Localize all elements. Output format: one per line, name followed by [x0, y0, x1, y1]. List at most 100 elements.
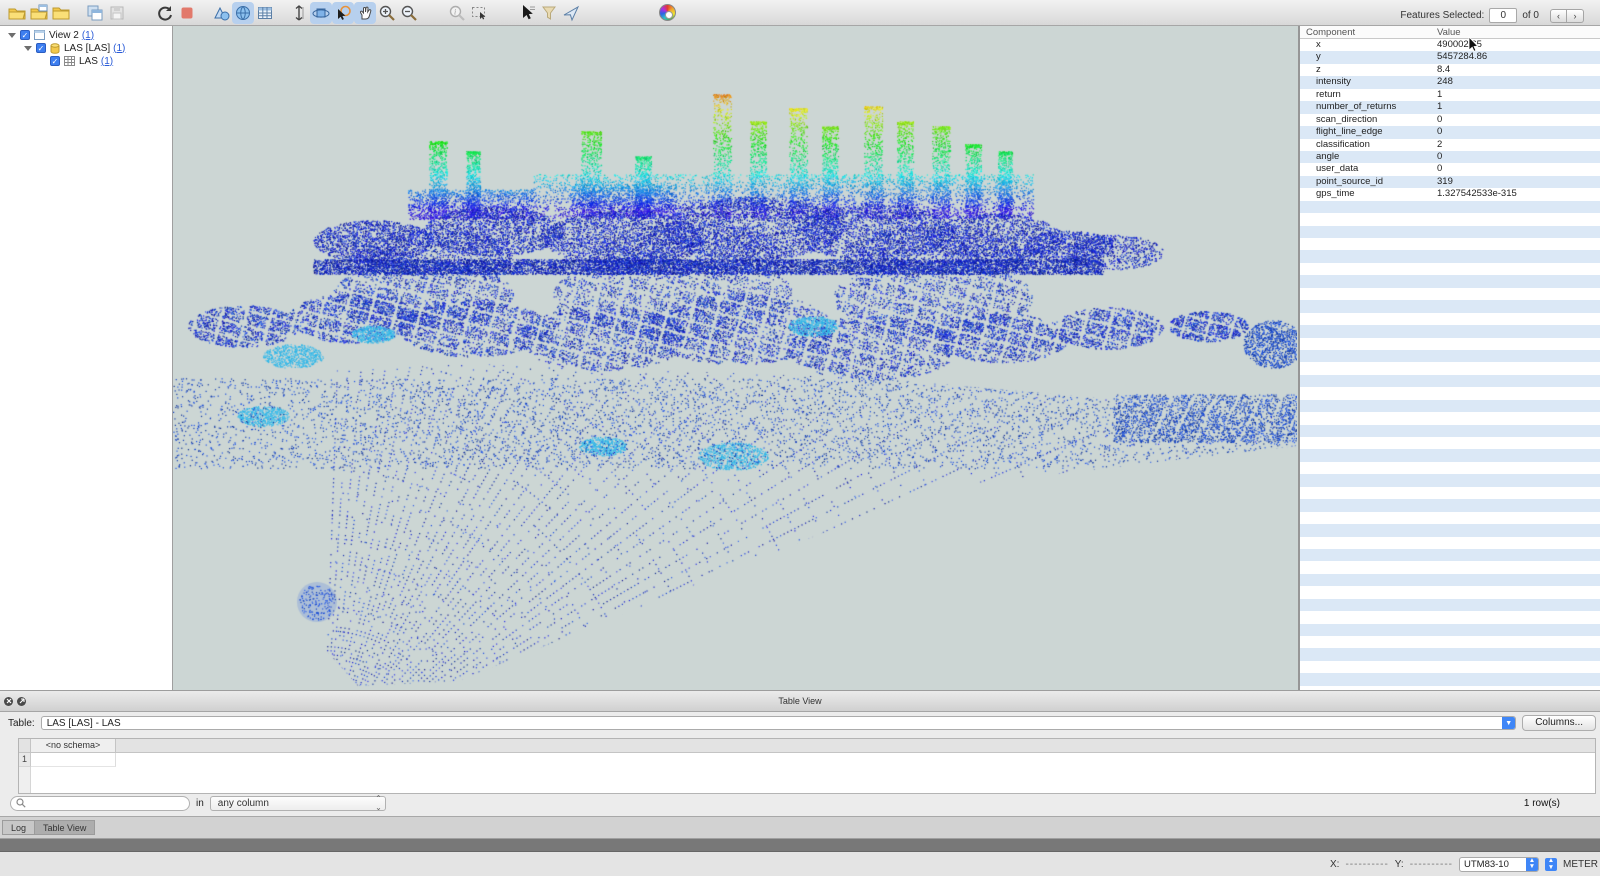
component-row-empty: [1300, 512, 1600, 524]
component-row[interactable]: x 490002.65: [1300, 39, 1600, 51]
search-input[interactable]: [29, 797, 189, 809]
y-coordinate-value: ----------: [1409, 858, 1453, 870]
pan-tool-icon[interactable]: [354, 1, 376, 24]
component-value: 8.4: [1437, 63, 1451, 75]
search-field[interactable]: [10, 795, 190, 811]
component-row-empty: [1300, 374, 1600, 388]
component-row[interactable]: classification 2: [1300, 139, 1600, 151]
component-row-empty: [1300, 275, 1600, 288]
tab-table-view[interactable]: Table View: [35, 820, 96, 835]
stop-icon[interactable]: [176, 2, 198, 24]
component-value: 0: [1437, 113, 1443, 125]
tree-item-las-dataset[interactable]: ✓ LAS [LAS] (1): [0, 42, 172, 54]
point-cloud-canvas[interactable]: [173, 26, 1297, 690]
component-name: y: [1316, 51, 1321, 63]
next-feature-button[interactable]: ›: [1567, 8, 1584, 23]
zoom-out-icon[interactable]: [398, 2, 420, 24]
row-number[interactable]: 1: [19, 753, 31, 767]
table-selector-combo[interactable]: LAS [LAS] - LAS ▼: [40, 716, 1517, 730]
tree-item-label[interactable]: LAS: [79, 56, 98, 67]
component-row[interactable]: flight_line_edge 0: [1300, 126, 1600, 139]
component-row[interactable]: user_data 0: [1300, 163, 1600, 175]
component-row[interactable]: return 1: [1300, 89, 1600, 101]
component-row[interactable]: scan_direction 0: [1300, 114, 1600, 126]
geometry-view-icon[interactable]: [210, 2, 232, 24]
search-icon: [16, 798, 26, 808]
open-folder-icon[interactable]: [50, 2, 72, 24]
row-count-label: 1 row(s): [1523, 797, 1560, 809]
expand-triangle-icon[interactable]: [8, 32, 16, 38]
viewport-3d[interactable]: [173, 26, 1298, 690]
component-row-empty: [1300, 611, 1600, 623]
query-tool-icon[interactable]: [516, 2, 538, 24]
zoom-extents-icon[interactable]: [468, 2, 490, 24]
component-row-empty: [1300, 399, 1600, 413]
color-wheel-icon[interactable]: [656, 2, 678, 24]
table-row[interactable]: 1: [19, 753, 1595, 767]
component-row[interactable]: z 8.4: [1300, 64, 1600, 76]
add-dataset-icon[interactable]: [28, 2, 50, 24]
zoom-in-icon[interactable]: [376, 2, 398, 24]
component-row-empty: [1300, 648, 1600, 661]
orbit-3d-icon[interactable]: [310, 1, 332, 24]
tree-item-las-layer[interactable]: ✓ LAS (1): [0, 55, 172, 67]
component-row[interactable]: gps_time 1.327542533e-315: [1300, 188, 1600, 200]
las-dataset-checkbox[interactable]: ✓: [36, 43, 46, 53]
component-row-empty: [1300, 288, 1600, 300]
refresh-icon[interactable]: [154, 2, 176, 24]
resize-drag-bar[interactable]: [0, 838, 1600, 852]
open-dataset-icon[interactable]: [6, 2, 28, 24]
copy-view-icon[interactable]: [84, 2, 106, 24]
features-selected-count[interactable]: 0: [1489, 8, 1518, 23]
tree-item-count-link[interactable]: (1): [113, 43, 125, 54]
chevron-down-icon[interactable]: ▲ ▼: [1526, 857, 1538, 871]
component-row-empty: [1300, 462, 1600, 474]
table-view-tool-icon[interactable]: [254, 2, 276, 24]
component-row[interactable]: intensity 248: [1300, 76, 1600, 89]
component-row-empty: [1300, 387, 1600, 399]
zoom-info-icon[interactable]: i: [446, 2, 468, 24]
view2-checkbox[interactable]: ✓: [20, 30, 30, 40]
main-area: ✓ View 2 (1) ✓ LAS [LAS] (1) ✓ LAS (1) C…: [0, 26, 1600, 690]
measure-icon[interactable]: [288, 2, 310, 24]
column-selector-combo[interactable]: any column ⌃ ⌄: [209, 794, 386, 812]
select-tool-icon[interactable]: [332, 1, 354, 24]
tree-item-label[interactable]: View 2: [49, 30, 79, 41]
view-3d-icon[interactable]: [232, 1, 254, 24]
component-value: 2: [1437, 138, 1443, 150]
save-view-icon[interactable]: [106, 2, 128, 24]
features-selected-bar: Features Selected: 0 of 0 ‹ ›: [1400, 8, 1584, 23]
status-bar: X: ---------- Y: ---------- UTM83-10 ▲ ▼ …: [0, 852, 1600, 876]
component-value: 0: [1437, 163, 1443, 175]
columns-button[interactable]: Columns...: [1522, 715, 1596, 731]
component-name: intensity: [1316, 76, 1351, 88]
coordinate-system-combo[interactable]: UTM83-10 ▲ ▼: [1459, 856, 1539, 872]
expand-triangle-icon[interactable]: [24, 45, 32, 51]
component-row-empty: [1300, 561, 1600, 573]
tree-item-count-link[interactable]: (1): [82, 30, 94, 41]
component-row-empty: [1300, 250, 1600, 263]
component-row[interactable]: point_source_id 319: [1300, 175, 1600, 189]
locate-icon[interactable]: [560, 2, 582, 24]
value-column-header[interactable]: Value: [1437, 26, 1600, 38]
tree-item-label[interactable]: LAS [LAS]: [64, 43, 110, 54]
tree-item-view2[interactable]: ✓ View 2 (1): [0, 29, 172, 41]
previous-feature-button[interactable]: ‹: [1550, 8, 1567, 23]
component-row[interactable]: y 5457284.86: [1300, 51, 1600, 64]
filter-icon[interactable]: [538, 2, 560, 24]
chevron-down-icon[interactable]: ▼: [1502, 717, 1516, 729]
table-cell[interactable]: [31, 753, 116, 767]
component-row-empty: [1300, 636, 1600, 648]
tab-log[interactable]: Log: [2, 820, 36, 835]
component-row-empty: [1300, 225, 1600, 238]
units-combo-arrow-icon[interactable]: ▲ ▼: [1545, 857, 1557, 871]
component-row[interactable]: angle 0: [1300, 150, 1600, 164]
component-row-empty: [1300, 487, 1600, 499]
component-column-header[interactable]: Component: [1300, 26, 1437, 38]
component-row[interactable]: number_of_returns 1: [1300, 101, 1600, 114]
component-row-empty: [1300, 548, 1600, 562]
tree-item-count-link[interactable]: (1): [101, 56, 113, 67]
las-layer-checkbox[interactable]: ✓: [50, 56, 60, 66]
schema-column-header[interactable]: <no schema>: [31, 739, 116, 752]
component-row-empty: [1300, 338, 1600, 350]
